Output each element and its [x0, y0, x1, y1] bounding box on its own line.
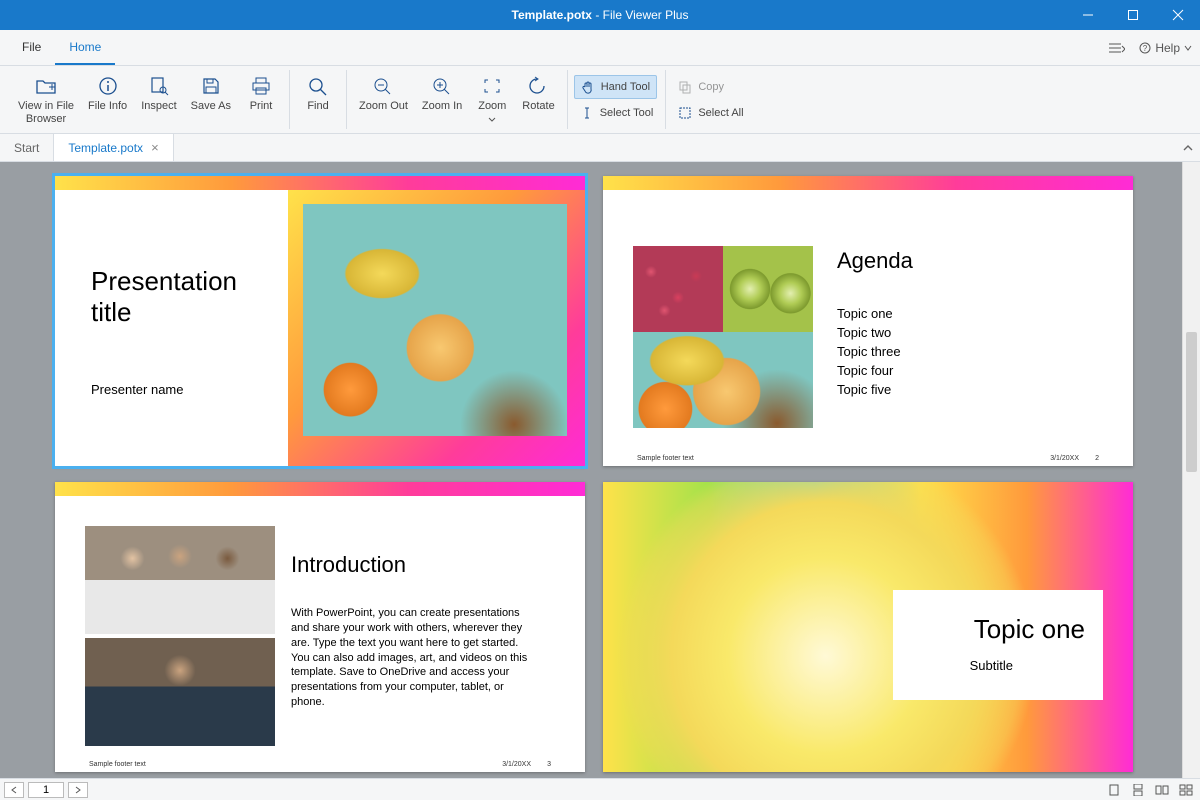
scrollbar-thumb[interactable]	[1186, 332, 1197, 472]
slide-4[interactable]: Topic one Subtitle	[603, 482, 1133, 772]
menu-help[interactable]: ?Help	[1139, 41, 1192, 55]
slide3-img-barista	[85, 638, 275, 746]
hand-tool-button[interactable]: Hand Tool	[574, 75, 657, 99]
slide3-num: 3	[547, 761, 551, 768]
prev-page-button[interactable]	[4, 782, 24, 798]
select-all-button[interactable]: Select All	[672, 101, 749, 125]
copy-button[interactable]: Copy	[672, 75, 730, 99]
slide3-footer: Sample footer text	[89, 761, 146, 768]
slide2-heading: Agenda	[837, 248, 913, 274]
save-as-button[interactable]: Save As	[185, 72, 237, 115]
save-icon	[200, 74, 222, 98]
zoom-in-icon	[431, 74, 453, 98]
slide3-date: 3/1/20XX	[502, 761, 531, 768]
select-all-icon	[678, 106, 692, 120]
collapse-ribbon-icon[interactable]	[1182, 134, 1194, 161]
ribbon-options-icon[interactable]	[1109, 42, 1125, 54]
slide4-heading: Topic one	[974, 614, 1085, 645]
rotate-button[interactable]: Rotate	[516, 72, 560, 115]
menu-file[interactable]: File	[8, 30, 55, 65]
slide2-date: 3/1/20XX	[1050, 455, 1079, 462]
print-button[interactable]: Print	[239, 72, 283, 115]
slide3-heading: Introduction	[291, 552, 406, 578]
inspect-button[interactable]: Inspect	[135, 72, 182, 115]
slide2-topics: Topic oneTopic twoTopic threeTopic fourT…	[837, 302, 901, 401]
document-tab-strip: Start Template.potx×	[0, 134, 1200, 162]
title-bar: Template.potx - File Viewer Plus	[0, 0, 1200, 30]
zoom-out-button[interactable]: Zoom Out	[353, 72, 414, 115]
slide2-img-smoothie	[633, 332, 813, 428]
view-continuous-icon[interactable]	[1128, 782, 1148, 798]
text-cursor-icon	[580, 106, 594, 120]
next-page-button[interactable]	[68, 782, 88, 798]
vertical-scrollbar[interactable]	[1182, 162, 1200, 778]
copy-icon	[678, 80, 692, 94]
rotate-icon	[527, 74, 549, 98]
menu-home[interactable]: Home	[55, 30, 115, 65]
slide3-body: With PowerPoint, you can create presenta…	[291, 606, 531, 710]
select-tool-button[interactable]: Select Tool	[574, 101, 660, 125]
zoom-out-icon	[372, 74, 394, 98]
view-two-page-icon[interactable]	[1152, 782, 1172, 798]
zoom-dropdown[interactable]: Zoom	[470, 72, 514, 127]
find-button[interactable]: Find	[296, 72, 340, 115]
slide1-image	[303, 204, 567, 436]
slide2-num: 2	[1095, 455, 1099, 462]
status-bar	[0, 778, 1200, 800]
slide2-footer: Sample footer text	[637, 455, 694, 462]
view-in-file-browser-button[interactable]: View in File Browser	[12, 72, 80, 127]
minimize-button[interactable]	[1065, 0, 1110, 30]
close-tab-icon[interactable]: ×	[151, 140, 159, 155]
window-title: Template.potx - File Viewer Plus	[512, 8, 689, 22]
zoom-fit-icon	[481, 74, 503, 98]
file-info-button[interactable]: File Info	[82, 72, 133, 115]
print-icon	[250, 74, 272, 98]
tab-start[interactable]: Start	[0, 134, 54, 161]
slide1-title: Presentationtitle	[91, 266, 237, 328]
slide2-img-berries	[633, 246, 723, 332]
view-single-icon[interactable]	[1104, 782, 1124, 798]
svg-text:?: ?	[1143, 44, 1148, 53]
zoom-in-button[interactable]: Zoom In	[416, 72, 468, 115]
ribbon: View in File Browser File Info Inspect S…	[0, 66, 1200, 134]
slide-canvas[interactable]: Presentationtitle Presenter name Agenda …	[0, 162, 1182, 778]
slide-3[interactable]: Introduction With PowerPoint, you can cr…	[55, 482, 585, 772]
hand-icon	[581, 80, 595, 94]
search-icon	[307, 74, 329, 98]
tab-template[interactable]: Template.potx×	[54, 133, 173, 161]
view-grid-icon[interactable]	[1176, 782, 1196, 798]
slide-2[interactable]: Agenda Topic oneTopic twoTopic threeTopi…	[603, 176, 1133, 466]
slide3-img-team	[85, 526, 275, 634]
info-icon	[97, 74, 119, 98]
menu-bar: File Home ?Help	[0, 30, 1200, 66]
page-number-input[interactable]	[28, 782, 64, 798]
folder-icon	[35, 74, 57, 98]
close-button[interactable]	[1155, 0, 1200, 30]
maximize-button[interactable]	[1110, 0, 1155, 30]
slide-1[interactable]: Presentationtitle Presenter name	[55, 176, 585, 466]
document-search-icon	[148, 74, 170, 98]
slide1-presenter: Presenter name	[91, 382, 184, 397]
slide4-sub: Subtitle	[970, 658, 1013, 673]
slide2-img-kiwi	[723, 246, 813, 332]
